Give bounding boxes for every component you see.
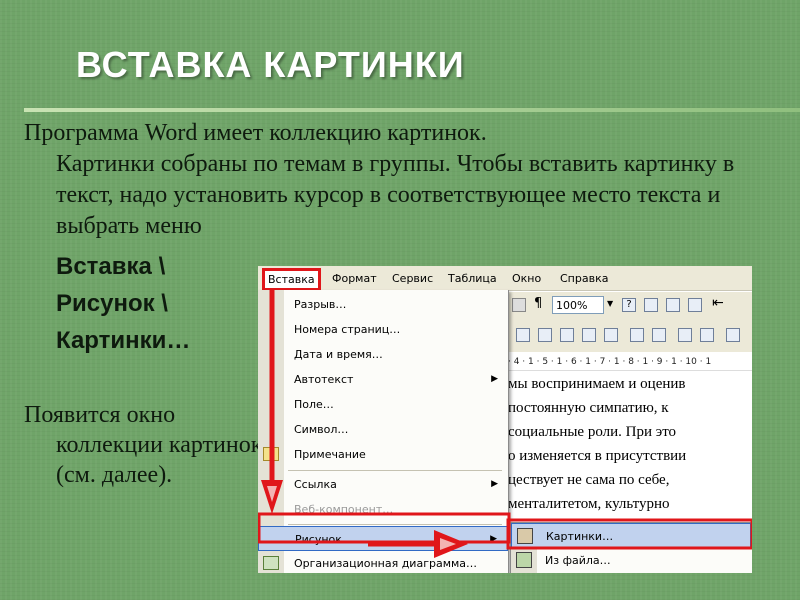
paragraph-intro-rest: Картинки собраны по темам в группы. Чтоб… [56, 151, 735, 239]
menu-path: Вставка \ Рисунок \ Картинки… [56, 248, 190, 359]
annotation-overlay [258, 290, 752, 558]
word-screenshot: Вставка Формат Сервис Таблица Окно Справ… [258, 266, 752, 573]
menu-path-clipart: Картинки… [56, 327, 191, 354]
paragraph-intro: Программа Word имеет коллекцию картинок.… [24, 118, 794, 242]
title-divider [24, 108, 800, 112]
paragraph-intro-first-line: Программа Word имеет коллекцию картинок. [24, 120, 487, 146]
menu-path-insert: Вставка \ [56, 253, 166, 280]
clipart-highlight-box [506, 518, 752, 550]
paragraph-result-rest: коллекции картинок (см. далее). [56, 432, 263, 488]
picture-highlight-box [258, 512, 511, 544]
paragraph-result-first-line: Появится окно [24, 402, 176, 428]
menu-path-picture: Рисунок \ [56, 290, 168, 317]
slide-title: ВСТАВКА КАРТИНКИ [76, 44, 465, 85]
paragraph-result: Появится окно коллекции картинок (см. да… [24, 400, 264, 490]
